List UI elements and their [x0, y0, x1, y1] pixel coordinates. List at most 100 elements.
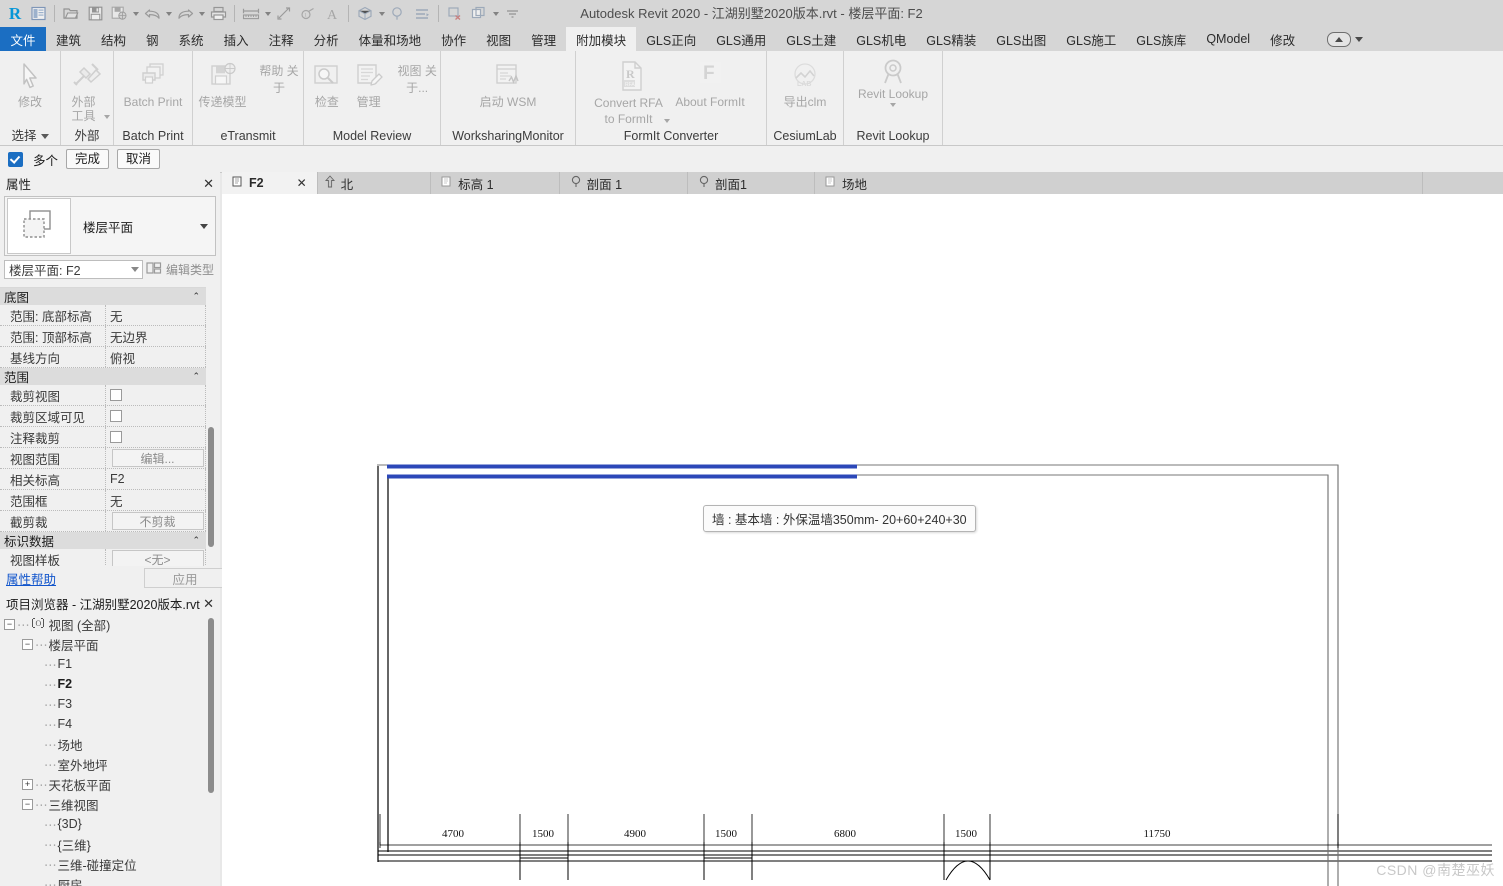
- view-tab-north[interactable]: 北: [318, 172, 432, 194]
- batch-print-button[interactable]: Batch Print: [116, 55, 190, 110]
- model-check-button[interactable]: 检查: [306, 55, 348, 110]
- panel-title-select[interactable]: 选择: [2, 128, 58, 145]
- tree-node-views-all[interactable]: − ⋯ O 视图 (全部): [0, 614, 206, 634]
- close-icon[interactable]: ✕: [297, 176, 307, 190]
- tab-addins[interactable]: 附加模块: [566, 27, 637, 51]
- print-icon[interactable]: [207, 3, 229, 25]
- tab-gls-zhengxiang[interactable]: GLS正向: [636, 27, 706, 51]
- expander-minus-icon[interactable]: −: [22, 798, 33, 810]
- property-checkbox[interactable]: [110, 431, 122, 443]
- property-row[interactable]: 截剪裁 不剪裁: [0, 511, 206, 532]
- tab-gls-tujian[interactable]: GLS土建: [776, 27, 846, 51]
- property-row[interactable]: 范围: 底部标高 无: [0, 305, 206, 326]
- panel-expand-caret-icon[interactable]: [40, 134, 49, 139]
- measure-dropdown-caret-icon[interactable]: [263, 3, 272, 25]
- external-tools-button[interactable]: 外部 工具: [63, 55, 111, 123]
- property-row[interactable]: 视图样板 <无>: [0, 549, 206, 566]
- revit-lookup-button[interactable]: Revit Lookup: [854, 55, 932, 107]
- save-as-cloud-icon[interactable]: [108, 3, 130, 25]
- drawing-canvas[interactable]: 4700 1500 4900 1500 6800 1500 11750 墙 : …: [222, 194, 1503, 886]
- tab-systems[interactable]: 系统: [169, 27, 214, 51]
- tree-node-f1[interactable]: ⋯ F1: [0, 654, 206, 674]
- tree-node-kitchen[interactable]: ⋯ 厨房: [0, 874, 206, 886]
- view-range-edit-button[interactable]: 编辑...: [111, 449, 204, 467]
- undo-icon[interactable]: [141, 3, 163, 25]
- tab-gls-shigong[interactable]: GLS施工: [1056, 27, 1126, 51]
- property-value[interactable]: 编辑...: [106, 448, 206, 468]
- multiple-checkbox[interactable]: [8, 151, 23, 167]
- switch-windows-caret-icon[interactable]: [491, 3, 500, 25]
- view-tab-site[interactable]: 场地: [815, 172, 1424, 194]
- text-icon[interactable]: A: [321, 3, 343, 25]
- property-value[interactable]: [106, 385, 206, 405]
- ribbon-minimize-caret-icon[interactable]: [1355, 36, 1364, 42]
- property-value[interactable]: 无: [106, 305, 206, 325]
- tab-collaborate[interactable]: 协作: [431, 27, 476, 51]
- far-clip-button[interactable]: 不剪裁: [111, 512, 204, 530]
- tab-modify[interactable]: 修改: [1260, 27, 1305, 51]
- ribbon-minimize-icon[interactable]: [1327, 31, 1352, 47]
- tab-structure[interactable]: 结构: [91, 27, 136, 51]
- property-value[interactable]: [106, 427, 206, 447]
- property-row[interactable]: 裁剪视图: [0, 385, 206, 406]
- tree-node-outdoor-ground[interactable]: ⋯ 室外地坪: [0, 754, 206, 774]
- convert-rfa-caret-icon[interactable]: [664, 119, 670, 123]
- view-dropdown-caret-icon[interactable]: [377, 3, 386, 25]
- external-tools-split[interactable]: 外部 工具: [64, 95, 110, 123]
- chevron-up-icon[interactable]: ⌃: [192, 535, 200, 546]
- tree-node-f3[interactable]: ⋯ F3: [0, 694, 206, 714]
- properties-scrollbar-thumb[interactable]: [208, 427, 214, 547]
- property-row[interactable]: 视图范围 编辑...: [0, 448, 206, 469]
- property-checkbox[interactable]: [110, 389, 122, 401]
- redo-dropdown-caret-icon[interactable]: [197, 3, 206, 25]
- expander-plus-icon[interactable]: +: [22, 778, 33, 790]
- tree-node-floor-plans[interactable]: − ⋯ 楼层平面: [0, 634, 206, 654]
- property-value[interactable]: [106, 406, 206, 426]
- property-value[interactable]: 无: [106, 490, 206, 510]
- tag-icon[interactable]: 1: [297, 3, 319, 25]
- about-formit-button[interactable]: F About FormIt: [671, 55, 749, 110]
- type-dropdown-caret-icon[interactable]: [193, 223, 215, 229]
- edit-type-button[interactable]: 编辑类型: [146, 260, 214, 279]
- undo-dropdown-caret-icon[interactable]: [164, 3, 173, 25]
- tab-view[interactable]: 视图: [476, 27, 521, 51]
- tree-node-3d-views[interactable]: − ⋯ 三维视图: [0, 794, 206, 814]
- view-tab-section-1b[interactable]: 剖面1: [688, 172, 815, 194]
- property-row[interactable]: 相关标高 F2: [0, 469, 206, 490]
- save-icon[interactable]: [84, 3, 106, 25]
- property-row[interactable]: 注释裁剪: [0, 427, 206, 448]
- switch-windows-icon[interactable]: [468, 3, 490, 25]
- default-3d-view-icon[interactable]: [354, 3, 376, 25]
- property-group-identity-data[interactable]: 标识数据 ⌃: [0, 532, 206, 549]
- etransmit-help-about-button[interactable]: 帮助 关于: [257, 55, 301, 97]
- apply-button[interactable]: 应用: [144, 568, 226, 588]
- property-row[interactable]: 基线方向 俯视: [0, 347, 206, 368]
- view-tab-f2[interactable]: F2 ✕: [222, 172, 318, 194]
- tree-node-ceiling-plans[interactable]: + ⋯ 天花板平面: [0, 774, 206, 794]
- save-as-dropdown-caret-icon[interactable]: [131, 3, 140, 25]
- property-value[interactable]: F2: [106, 469, 206, 489]
- expander-minus-icon[interactable]: −: [22, 638, 33, 650]
- property-row[interactable]: 范围框 无: [0, 490, 206, 511]
- measure-icon[interactable]: [240, 3, 262, 25]
- finish-button[interactable]: 完成: [66, 149, 110, 169]
- tree-node-3d[interactable]: ⋯ {3D}: [0, 814, 206, 834]
- tree-node-f2[interactable]: ⋯ F2: [0, 674, 206, 694]
- property-row[interactable]: 裁剪区域可见: [0, 406, 206, 427]
- tab-architecture[interactable]: 建筑: [46, 27, 91, 51]
- open-icon[interactable]: [60, 3, 82, 25]
- external-tools-caret-icon[interactable]: [104, 115, 110, 119]
- chevron-up-icon[interactable]: ⌃: [192, 291, 200, 302]
- tab-annotate[interactable]: 注释: [259, 27, 304, 51]
- close-hidden-windows-icon[interactable]: [444, 3, 466, 25]
- revit-logo-icon[interactable]: R: [4, 3, 26, 25]
- tab-gls-jingzhuang[interactable]: GLS精装: [916, 27, 986, 51]
- tree-node-clash-location[interactable]: ⋯ 三维-碰撞定位: [0, 854, 206, 874]
- tab-file[interactable]: 文件: [0, 27, 46, 51]
- transmit-model-button[interactable]: 传递模型: [195, 55, 250, 110]
- redo-icon[interactable]: [174, 3, 196, 25]
- property-value[interactable]: <无>: [106, 549, 206, 566]
- tab-analyze[interactable]: 分析: [304, 27, 349, 51]
- revit-lookup-caret-icon[interactable]: [890, 103, 896, 107]
- modify-button[interactable]: 修改: [6, 55, 54, 110]
